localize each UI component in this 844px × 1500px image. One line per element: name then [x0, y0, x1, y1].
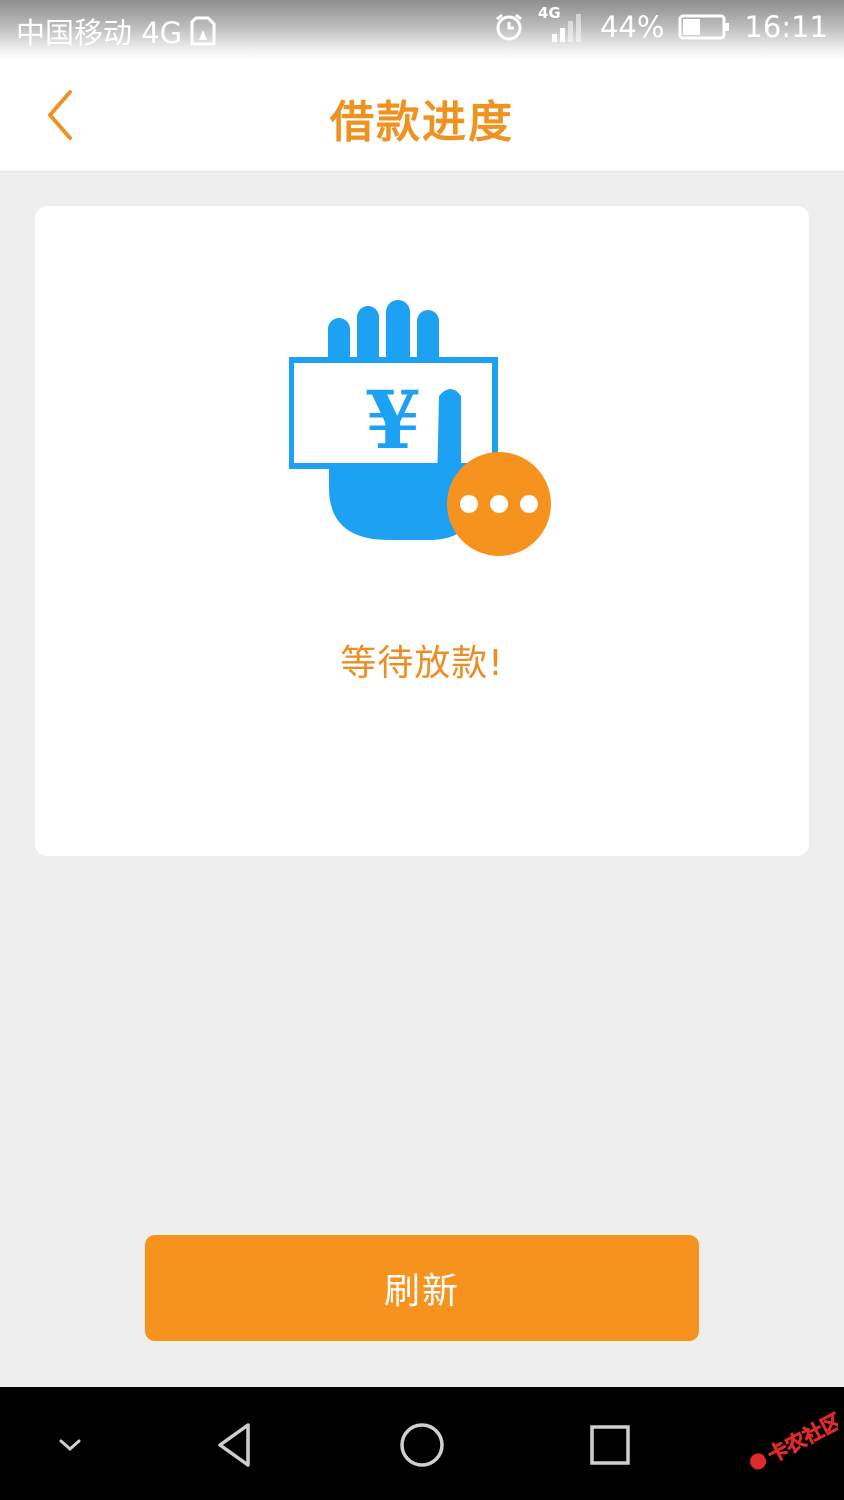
hand-money-waiting-icon: ¥	[288, 298, 555, 560]
battery-label: 44%	[599, 10, 665, 44]
nav-bar: 卡农社区	[0, 1387, 844, 1500]
status-right: 4G 44% 16:11	[494, 4, 828, 44]
refresh-button[interactable]: 刷新	[145, 1235, 699, 1341]
page-title: 借款进度	[330, 97, 514, 148]
header: 借款进度	[0, 60, 844, 172]
carrier-label: 中国移动 4G	[16, 16, 183, 50]
loan-status-card: ¥ 等待放款!	[35, 206, 809, 856]
nav-home-button[interactable]	[394, 1417, 450, 1473]
signal-icon: 4G	[538, 4, 586, 44]
home-circle-icon	[400, 1423, 444, 1467]
recents-square-icon	[590, 1425, 630, 1465]
nav-recents-button[interactable]	[582, 1417, 638, 1473]
currency-symbol: ¥	[365, 373, 421, 467]
screen: 中国移动 4G 4G 44% 16:11 借款进度 ¥ 等待放款! 刷新 卡农社…	[0, 0, 844, 1500]
status-bar: 中国移动 4G 4G 44% 16:11	[0, 0, 844, 60]
clock-label: 16:11	[744, 10, 828, 44]
status-message: 等待放款!	[340, 643, 504, 684]
nav-hide-button[interactable]	[42, 1417, 98, 1473]
nav-back-button[interactable]	[206, 1417, 262, 1473]
watermark-text: 卡农社区	[764, 1411, 838, 1467]
sim-card-icon	[190, 16, 216, 46]
alarm-icon	[494, 12, 524, 42]
back-triangle-icon	[218, 1423, 250, 1467]
chevron-down-icon	[59, 1439, 81, 1452]
status-left: 中国移动 4G	[16, 10, 216, 52]
watermark-logo: 卡农社区	[738, 1408, 844, 1471]
battery-icon	[678, 13, 730, 41]
